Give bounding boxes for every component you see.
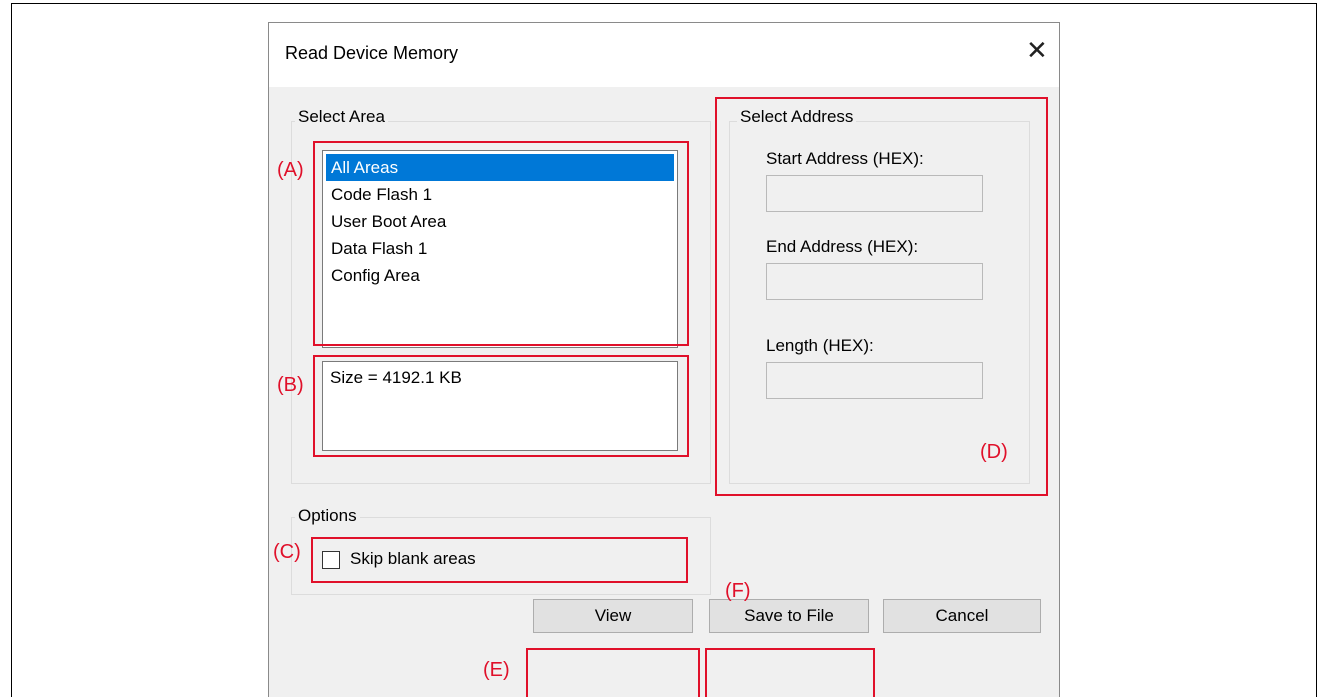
options-label: Options (295, 506, 360, 526)
close-icon[interactable]: ✕ (1026, 37, 1048, 63)
annotation-box-e (526, 648, 700, 697)
select-area-label: Select Area (295, 107, 388, 127)
annotation-box-d (715, 97, 1048, 496)
callout-c: (C) (273, 541, 301, 563)
annotation-box-f (705, 648, 875, 697)
save-to-file-button[interactable]: Save to File (709, 599, 869, 633)
annotation-box-c (311, 537, 688, 583)
cancel-button[interactable]: Cancel (883, 599, 1041, 633)
callout-a: (A) (277, 159, 304, 181)
title-bar: Read Device Memory ✕ (269, 23, 1059, 87)
view-button[interactable]: View (533, 599, 693, 633)
callout-e: (E) (483, 659, 510, 681)
callout-b: (B) (277, 374, 304, 396)
callout-d: (D) (980, 441, 1008, 463)
annotation-box-a (313, 141, 689, 346)
callout-f: (F) (725, 580, 751, 602)
annotation-box-b (313, 355, 689, 457)
dialog-title: Read Device Memory (285, 43, 459, 63)
